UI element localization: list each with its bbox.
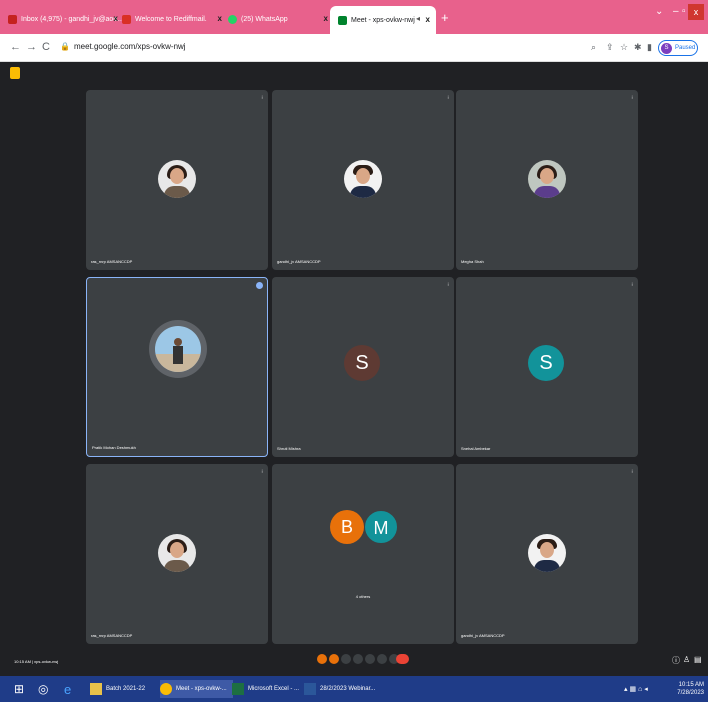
windows-start-icon[interactable]: ⊞: [14, 680, 24, 698]
share-icon[interactable]: ⇪: [606, 42, 614, 53]
speaking-indicator-icon: [256, 282, 263, 289]
participant-tile[interactable]: ⁝ ras_rnrp AMSANCCDP: [86, 464, 268, 644]
sidebar-icon[interactable]: ▮: [647, 42, 652, 53]
others-tile[interactable]: B M 4 others: [272, 464, 454, 644]
star-icon[interactable]: ☆: [620, 42, 628, 53]
chevron-down-icon[interactable]: ⌄: [655, 6, 663, 17]
participant-tile[interactable]: ⁝ Megha Shah: [456, 90, 638, 270]
taskbar-chrome[interactable]: Meet - xps-ovkw-...: [160, 680, 233, 698]
address-bar: ← → C 🔒 meet.google.com/xps-ovkw-nwj ⌕ ⇪ …: [0, 34, 708, 62]
people-icon[interactable]: ♙: [683, 655, 690, 664]
avatar-initial: S: [528, 345, 564, 381]
lock-icon: 🔒: [60, 42, 70, 51]
captions-icon[interactable]: [341, 654, 351, 664]
emoji-icon[interactable]: [353, 654, 363, 664]
more-options-icon[interactable]: ⁝: [631, 95, 633, 101]
participant-tile-active[interactable]: Pratik Mohan Deshmukh: [86, 277, 268, 457]
others-count: 4 others: [355, 594, 371, 599]
extensions-icon[interactable]: ✱: [634, 42, 642, 53]
back-icon[interactable]: ←: [10, 41, 21, 53]
folder-icon: [90, 683, 102, 695]
tray-icons[interactable]: ▴ ▦ ⌂ ◂: [624, 680, 648, 698]
more-options-icon[interactable]: ⁝: [631, 282, 633, 288]
url-field[interactable]: 🔒 meet.google.com/xps-ovkw-nwj: [60, 42, 186, 51]
meeting-info: 10:15 AM | xps-ovkw-nwj: [14, 659, 59, 664]
close-tab-icon[interactable]: x: [426, 15, 430, 24]
rediff-icon: [122, 14, 131, 24]
participant-tile[interactable]: ⁝ S Shruti Mishra: [272, 277, 454, 457]
meet-icon: [338, 15, 347, 25]
taskbar-word[interactable]: 28/2/2023 Webinar...: [304, 680, 375, 698]
more-options-icon[interactable]: ⁝: [261, 469, 263, 475]
reaction-icon[interactable]: [329, 654, 339, 664]
word-icon: [304, 683, 316, 695]
avatar: [149, 320, 207, 378]
raise-hand-icon[interactable]: [377, 654, 387, 664]
reaction-icon[interactable]: [317, 654, 327, 664]
search-icon[interactable]: ◎: [38, 680, 48, 698]
chat-icon[interactable]: ▤: [694, 655, 702, 664]
window-close-button[interactable]: x: [688, 4, 704, 20]
tab-meet[interactable]: Meet - xps-ovkw-nwj x ◂: [330, 6, 436, 34]
avatar: [528, 160, 566, 198]
clock[interactable]: 10:15 AM 7/28/2023: [677, 681, 704, 697]
excel-icon: [232, 683, 244, 695]
taskbar-folder[interactable]: Batch 2021-22: [90, 680, 145, 698]
avatar: [158, 534, 196, 572]
more-options-icon[interactable]: ⁝: [447, 95, 449, 101]
profile-button[interactable]: S Paused: [658, 40, 698, 56]
present-icon[interactable]: [365, 654, 375, 664]
tab-inbox[interactable]: Inbox (4,975) - gandhi_jv@aoo... x: [8, 8, 123, 30]
search-icon[interactable]: ⌕: [591, 42, 596, 53]
restore-icon[interactable]: ▫: [682, 6, 686, 17]
taskbar: ⊞ ◎ e Batch 2021-22 Meet - xps-ovkw-... …: [0, 676, 708, 702]
avatar-initial: B: [330, 510, 364, 544]
taskbar-excel[interactable]: Microsoft Excel - ...: [232, 680, 299, 698]
profile-avatar: S: [661, 42, 672, 54]
avatar: [528, 534, 566, 572]
new-tab-button[interactable]: +: [441, 10, 449, 25]
avatar: [158, 160, 196, 198]
reload-icon[interactable]: C: [42, 41, 50, 53]
edge-icon[interactable]: e: [64, 680, 71, 698]
participant-tile[interactable]: ⁝ gandhi_jv AMSANCCDP: [272, 90, 454, 270]
gmail-icon: [8, 14, 17, 24]
more-options-icon[interactable]: ⁝: [447, 282, 449, 288]
info-icon[interactable]: ⓘ: [672, 655, 680, 666]
minimize-icon[interactable]: –: [673, 6, 679, 17]
audio-icon: ◂: [415, 14, 420, 23]
more-options-icon[interactable]: ⁝: [261, 95, 263, 101]
whatsapp-icon: [228, 14, 237, 24]
avatar-initial: M: [364, 510, 398, 544]
avatar-initial: S: [344, 345, 380, 381]
more-options-icon[interactable]: ⁝: [631, 469, 633, 475]
chrome-icon: [160, 683, 172, 695]
participant-tile[interactable]: ⁝ gandhi_jv AMSANCCDP: [456, 464, 638, 644]
meet-badge-icon[interactable]: [10, 67, 20, 79]
close-tab-icon[interactable]: x: [114, 14, 118, 23]
participant-tile[interactable]: ⁝ ras_rnrp AMSANCCDP: [86, 90, 268, 270]
avatar: [344, 160, 382, 198]
participant-tile[interactable]: ⁝ S Snehal Ambekar: [456, 277, 638, 457]
meet-stage: ⁝ ras_rnrp AMSANCCDP ⁝ gandhi_jv AMSANCC…: [0, 62, 708, 676]
close-tab-icon[interactable]: x: [324, 14, 328, 23]
tab-whatsapp[interactable]: (25) WhatsApp x: [228, 8, 328, 30]
forward-icon[interactable]: →: [26, 41, 37, 53]
leave-call-button[interactable]: [396, 654, 409, 664]
tab-bar: Inbox (4,975) - gandhi_jv@aoo... x Welco…: [0, 0, 708, 34]
tab-rediffmail[interactable]: Welcome to Rediffmail. x: [122, 8, 222, 30]
close-tab-icon[interactable]: x: [218, 14, 222, 23]
